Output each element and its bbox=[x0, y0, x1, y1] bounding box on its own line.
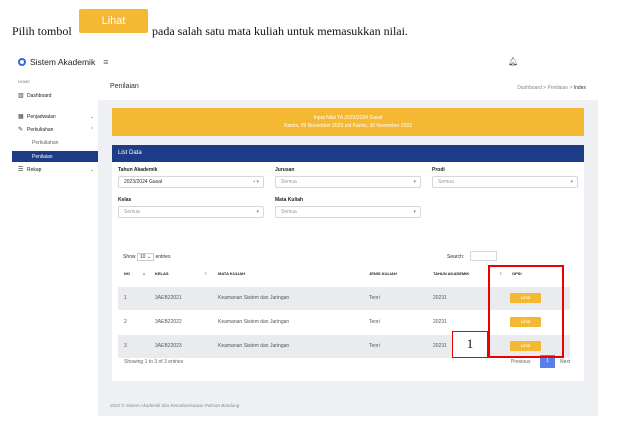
jurusan-label: Jurusan bbox=[275, 167, 295, 173]
breadcrumb-penilaian[interactable]: Penilaian bbox=[547, 85, 568, 91]
prodi-placeholder: Semua bbox=[438, 179, 454, 185]
col-no[interactable]: NO bbox=[124, 271, 130, 276]
bell-icon[interactable]: 🔔︎ bbox=[508, 57, 518, 66]
instruction-before: Pilih tombol bbox=[12, 24, 72, 38]
cell-kelas: 3AEB22021 bbox=[155, 295, 182, 301]
cell-mata-kuliah: Keamanan Sistem dan Jaringan bbox=[218, 343, 290, 349]
breadcrumb-index: Index bbox=[573, 85, 586, 91]
sidebar-item-label: Perkuliahan bbox=[27, 126, 54, 133]
cell-no: 2 bbox=[124, 319, 127, 325]
previous-page-button[interactable]: Previous bbox=[511, 359, 530, 365]
breadcrumb: Dashboard > Penilaian > Index bbox=[517, 85, 586, 91]
cell-jenis: Teori bbox=[369, 319, 380, 325]
footer-text: 2022 © Sistem Akademik dan Kemahasiswaan… bbox=[110, 403, 240, 408]
step-number-label: 1 bbox=[452, 331, 488, 358]
sidebar-item-label: Perkuliahan bbox=[32, 139, 59, 146]
cell-jenis: Teori bbox=[369, 295, 380, 301]
col-jenis-kuliah[interactable]: JENIS KULIAH bbox=[369, 271, 397, 276]
chevron-down-icon: ▾ bbox=[413, 179, 416, 185]
sidebar-item-dashboard[interactable]: ▥ Dashboard bbox=[12, 90, 98, 101]
show-prefix: Show bbox=[123, 254, 136, 260]
opsi-highlight-box bbox=[488, 265, 564, 358]
tahun-akademik-label: Tahun Akademik bbox=[118, 167, 158, 173]
tahun-akademik-select[interactable]: 2023/2024 Gasal • ▾ bbox=[118, 176, 264, 188]
cell-tahun: 20231 bbox=[433, 343, 447, 349]
chevron-up-icon: ⌃ bbox=[89, 126, 94, 133]
sidebar-item-rekap[interactable]: ☰ Rekap ⌄ bbox=[12, 164, 98, 175]
sidebar-item-label: Penilaian bbox=[32, 153, 53, 160]
instruction-text: Pilih tombol Lihat pada salah satu mata … bbox=[12, 9, 622, 38]
col-mata-kuliah[interactable]: MATA KULIAH bbox=[218, 271, 245, 276]
chevron-down-icon: ⌄ bbox=[89, 113, 94, 120]
sidebar-item-perkuliahan[interactable]: ✎ Perkuliahan ⌃ bbox=[12, 124, 98, 135]
show-suffix: entries bbox=[155, 254, 171, 260]
prodi-select[interactable]: Semua ▾ bbox=[432, 176, 578, 188]
sort-icon[interactable]: ⇕ bbox=[204, 271, 207, 276]
entries-select[interactable]: 10 ⌄ bbox=[136, 253, 155, 261]
instruction-lihat-button: Lihat bbox=[79, 9, 148, 33]
tahun-akademik-value: 2023/2024 Gasal bbox=[124, 179, 163, 185]
cell-jenis: Teori bbox=[369, 343, 380, 349]
kelas-label: Kelas bbox=[118, 197, 132, 203]
jurusan-select[interactable]: Semua ▾ bbox=[275, 176, 421, 188]
cell-kelas: 3AEB22023 bbox=[155, 343, 182, 349]
list-icon: ☰ bbox=[18, 167, 24, 173]
instruction-after: pada salah satu mata kuliah untuk memasu… bbox=[152, 24, 408, 38]
chevron-down-icon: ▾ bbox=[413, 209, 416, 215]
sidebar-item-label: Penjadwalan bbox=[27, 113, 56, 120]
search-input[interactable] bbox=[470, 251, 497, 261]
col-tahun-akademik[interactable]: TAHUN AKADEMIK bbox=[433, 271, 469, 276]
prodi-label: Prodi bbox=[432, 167, 445, 173]
notice-line-2: Kamis, 09 November 2023 s/d Kamis, 30 No… bbox=[284, 123, 412, 129]
cell-tahun: 20231 bbox=[433, 319, 447, 325]
chevron-down-icon: ⌄ bbox=[89, 166, 94, 173]
card-title: List Data bbox=[112, 145, 584, 162]
bar-chart-icon: ▥ bbox=[18, 93, 24, 99]
pencil-icon: ✎ bbox=[18, 127, 24, 133]
brand: Sistem Akademik ≡ bbox=[18, 55, 108, 69]
next-page-button[interactable]: Next bbox=[560, 359, 570, 365]
input-period-notice: Input Nilai TA 2023/2024 Gasal Kamis, 09… bbox=[112, 108, 584, 136]
sidebar-item-penjadwalan[interactable]: ▦ Penjadwalan ⌄ bbox=[12, 111, 98, 122]
sort-icon[interactable]: ▲ bbox=[142, 271, 146, 276]
notice-line-1: Input Nilai TA 2023/2024 Gasal bbox=[313, 115, 383, 121]
cell-kelas: 3AEB22022 bbox=[155, 319, 182, 325]
cell-mata-kuliah: Keamanan Sistem dan Jaringan bbox=[218, 319, 290, 325]
cell-mata-kuliah: Keamanan Sistem dan Jaringan bbox=[218, 295, 290, 301]
logo-icon bbox=[18, 58, 26, 66]
brand-name: Sistem Akademik bbox=[30, 57, 96, 67]
kelas-placeholder: Semua bbox=[124, 209, 140, 215]
sidebar-heading: HOME bbox=[18, 79, 30, 84]
kelas-select[interactable]: Semua ▾ bbox=[118, 206, 264, 218]
entries-info: Showing 1 to 3 of 3 entries bbox=[124, 359, 184, 365]
sidebar-item-label: Dashboard bbox=[27, 92, 52, 99]
chevron-down-icon: • ▾ bbox=[253, 179, 259, 185]
calendar-icon: ▦ bbox=[18, 114, 24, 120]
cell-tahun: 20231 bbox=[433, 295, 447, 301]
mata-kuliah-label: Mata Kuliah bbox=[275, 197, 304, 203]
page-title: Penilaian bbox=[110, 83, 139, 90]
show-entries: Show 10 ⌄ entries bbox=[123, 253, 171, 261]
sidebar: Sistem Akademik ≡ HOME ▥ Dashboard ▦ Pen… bbox=[12, 46, 108, 416]
search-label: Search: bbox=[447, 254, 465, 260]
col-kelas[interactable]: KELAS bbox=[155, 271, 169, 276]
jurusan-placeholder: Semua bbox=[281, 179, 297, 185]
mata-kuliah-select[interactable]: Semua ▾ bbox=[275, 206, 421, 218]
breadcrumb-dashboard[interactable]: Dashboard bbox=[517, 85, 541, 91]
entries-value: 10 bbox=[139, 254, 146, 260]
chevron-down-icon: ▾ bbox=[570, 179, 573, 185]
sidebar-item-label: Rekap bbox=[27, 166, 42, 173]
sidebar-subitem-perkuliahan[interactable]: Perkuliahan bbox=[12, 137, 98, 148]
mata-kuliah-placeholder: Semua bbox=[281, 209, 297, 215]
cell-no: 1 bbox=[124, 295, 127, 301]
sidebar-subitem-penilaian[interactable]: Penilaian bbox=[12, 151, 98, 162]
menu-toggle-icon[interactable]: ≡ bbox=[103, 57, 108, 67]
page-header: Penilaian Dashboard > Penilaian > Index bbox=[98, 74, 598, 100]
chevron-down-icon: ▾ bbox=[256, 209, 259, 215]
cell-no: 3 bbox=[124, 343, 127, 349]
